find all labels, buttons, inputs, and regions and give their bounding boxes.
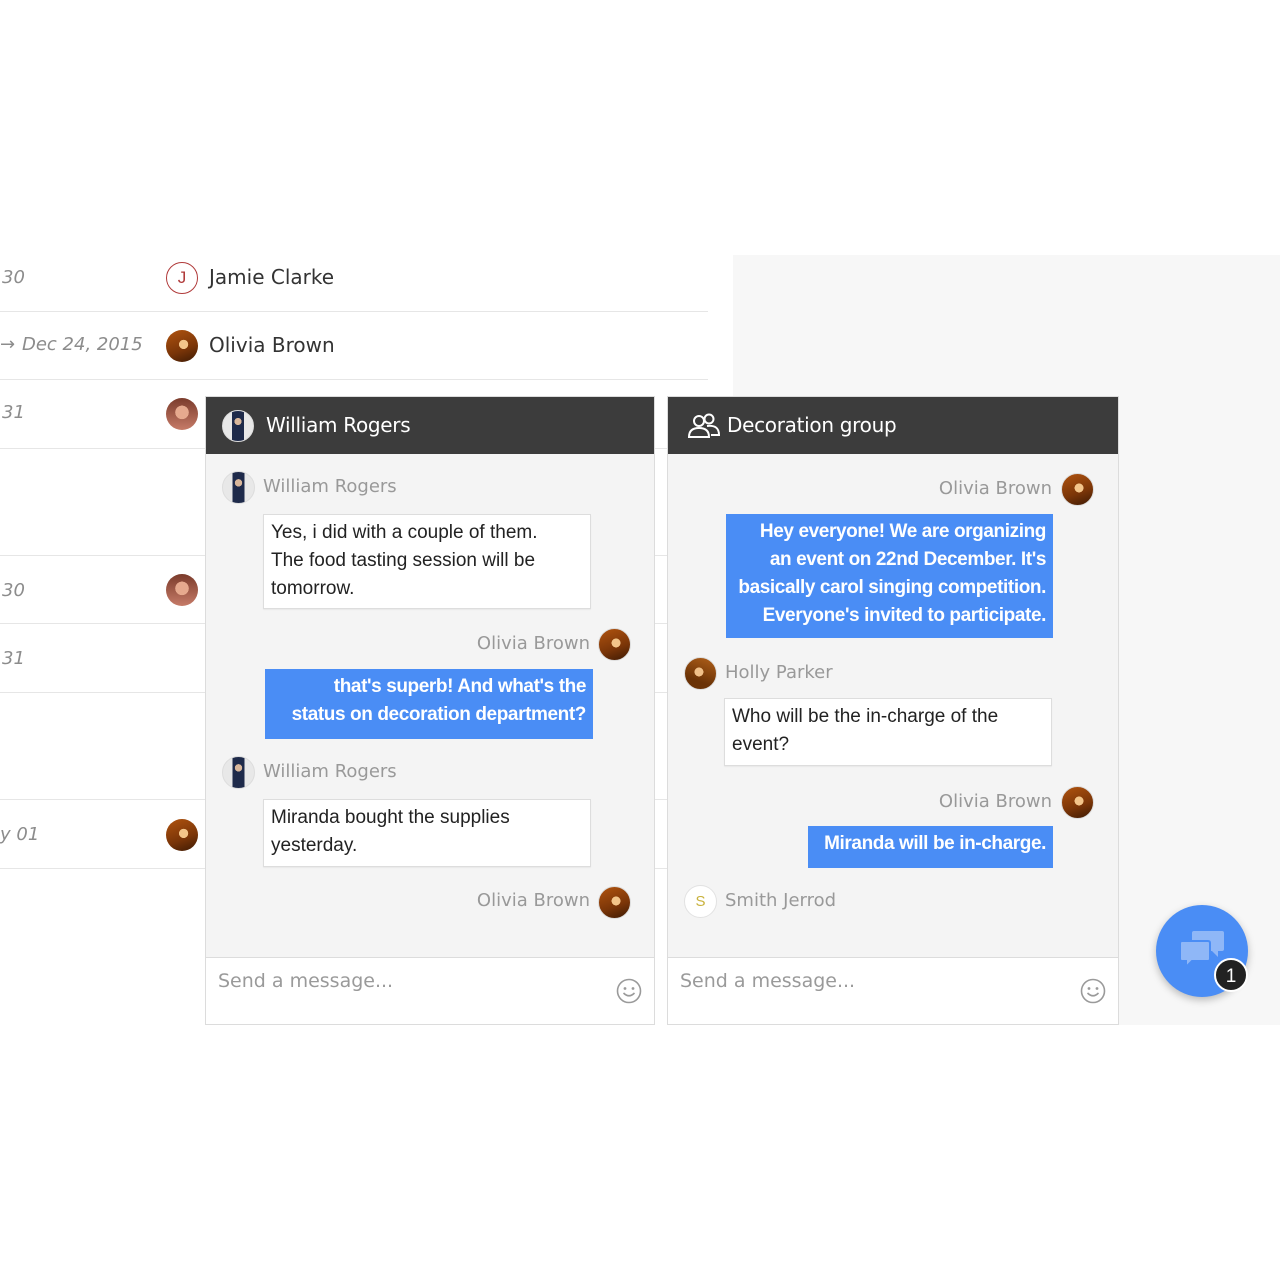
chat-title: William Rogers	[266, 413, 411, 437]
row-date: 30	[2, 267, 25, 288]
message-line: an event on 22nd December. It's	[769, 549, 1047, 570]
message-line: Miranda bought the supplies	[271, 807, 510, 828]
chat-window-decoration-group: Decoration group Olivia Brown Hey everyo…	[667, 396, 1119, 1025]
unread-count-badge: 1	[1214, 958, 1248, 992]
avatar	[166, 398, 198, 430]
sender-name: Olivia Brown	[938, 791, 1052, 812]
row-date: 31	[2, 402, 25, 423]
sender-name: Olivia Brown	[476, 633, 590, 654]
row-date: Dec 24, 2015	[22, 334, 143, 355]
message-bubble: Who will be the in-charge of the event?	[724, 698, 1052, 766]
message-line: yesterday.	[271, 835, 358, 856]
sender-name: Olivia Brown	[938, 478, 1052, 499]
row-date: 31	[2, 648, 25, 669]
arrow-right-icon: →	[0, 334, 16, 355]
message-line: status on decoration department?	[291, 704, 587, 725]
avatar	[684, 657, 717, 690]
sender-name: Holly Parker	[725, 662, 833, 683]
emoji-icon[interactable]	[616, 978, 642, 1004]
avatar	[1061, 786, 1094, 819]
avatar	[222, 410, 254, 442]
message-composer	[206, 957, 654, 1024]
row-name: Jamie Clarke	[209, 265, 335, 289]
row-date: 30	[2, 580, 25, 601]
sender-name: Olivia Brown	[476, 890, 590, 911]
avatar	[166, 330, 198, 362]
chat-title: Decoration group	[727, 413, 897, 437]
message-composer	[668, 957, 1118, 1024]
message-line: basically carol singing competition.	[738, 577, 1046, 598]
row-date: y 01	[0, 824, 40, 845]
emoji-icon[interactable]	[1080, 978, 1106, 1004]
message-line: Everyone's invited to participate.	[762, 605, 1047, 626]
message-list[interactable]: Olivia Brown Hey everyone! We are organi…	[668, 454, 1118, 959]
message-line: Who will be the in-charge of the	[732, 706, 999, 727]
avatar	[166, 819, 198, 851]
avatar: S	[684, 885, 717, 918]
message-line: event?	[732, 734, 790, 755]
row-name: Olivia Brown	[209, 333, 335, 357]
message-input[interactable]	[216, 966, 600, 996]
message-input[interactable]	[678, 966, 1062, 996]
list-row[interactable]: 30 J Jamie Clarke	[0, 245, 708, 312]
message-bubble: Miranda bought the supplies yesterday.	[263, 799, 591, 867]
message-line: The food tasting session will be	[271, 550, 536, 571]
sender-name: William Rogers	[263, 476, 397, 497]
message-bubble: Yes, i did with a couple of them. The fo…	[263, 514, 591, 609]
avatar	[598, 628, 631, 661]
message-bubble: that's superb! And what's the status on …	[265, 669, 593, 739]
chat-window-william-rogers: William Rogers William Rogers Yes, i did…	[205, 396, 655, 1025]
sender-name: William Rogers	[263, 761, 397, 782]
message-line: tomorrow.	[271, 578, 355, 599]
avatar	[222, 756, 255, 789]
message-line: that's superb! And what's the	[333, 676, 587, 697]
sender-name: Smith Jerrod	[725, 890, 837, 911]
message-line: Yes, i did with a couple of them.	[271, 522, 538, 543]
avatar	[222, 471, 255, 504]
list-row[interactable]: → Dec 24, 2015 Olivia Brown	[0, 312, 708, 380]
message-list[interactable]: William Rogers Yes, i did with a couple …	[206, 454, 654, 959]
chat-header[interactable]: William Rogers	[206, 397, 654, 454]
message-line: Hey everyone! We are organizing	[759, 521, 1046, 542]
message-bubble: Hey everyone! We are organizing an event…	[726, 514, 1053, 638]
message-bubble: Miranda will be in-charge.	[808, 826, 1053, 868]
avatar	[1061, 473, 1094, 506]
avatar: J	[166, 262, 198, 294]
group-icon	[687, 413, 721, 438]
avatar	[598, 886, 631, 919]
message-line: Miranda will be in-charge.	[824, 833, 1046, 854]
chat-header[interactable]: Decoration group	[668, 397, 1118, 454]
avatar	[166, 574, 198, 606]
